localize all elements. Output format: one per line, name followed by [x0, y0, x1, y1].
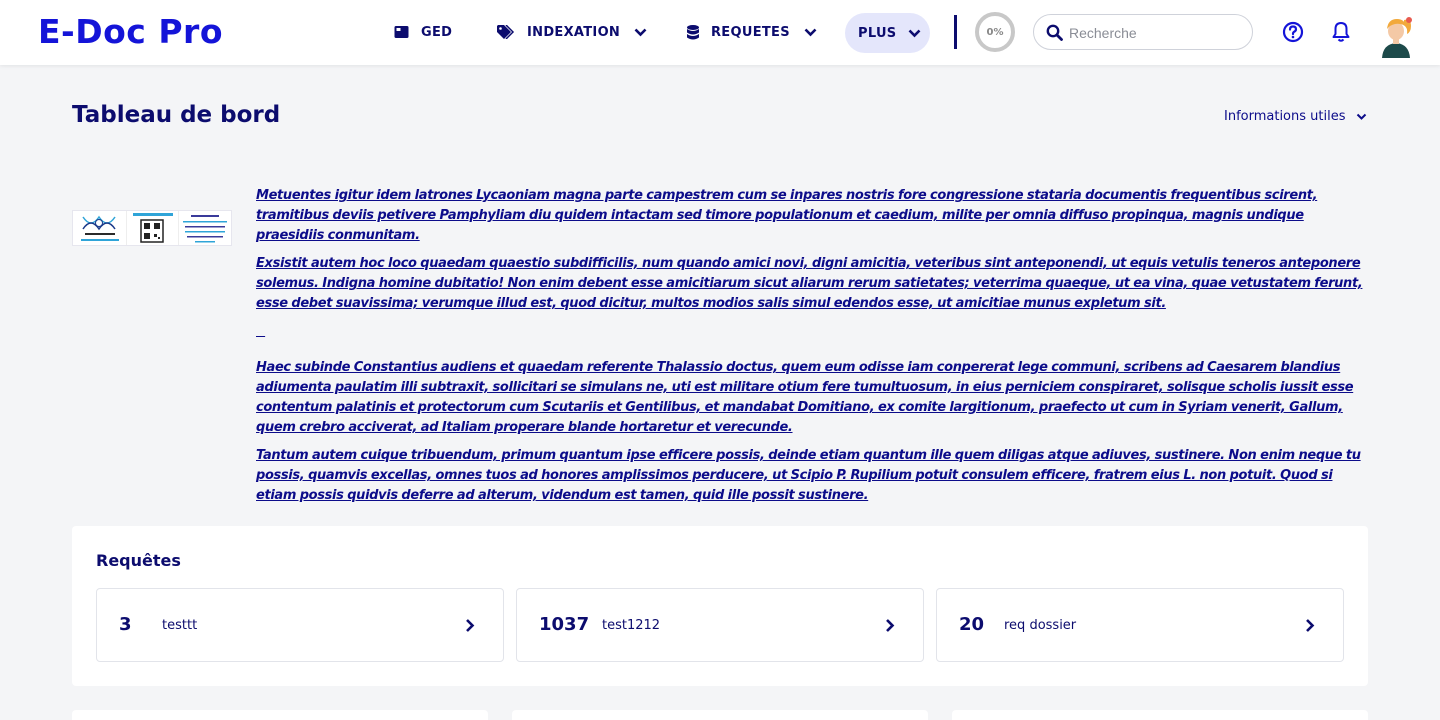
nav-indexation[interactable]: INDEXATION — [497, 20, 647, 44]
useful-info-content: Metuentes igitur idem latrones Lycaoniam… — [256, 186, 1370, 514]
top-navigation-bar: E-Doc Pro GED INDEXATION REQUETES PLUS 0… — [0, 0, 1440, 65]
search-input[interactable] — [1069, 21, 1244, 45]
requete-label: test1212 — [602, 618, 661, 633]
app-logo[interactable]: E-Doc Pro — [38, 12, 223, 51]
nav-indexation-label: INDEXATION — [527, 24, 621, 40]
requete-label: testtt — [162, 618, 198, 633]
nav-ged[interactable]: GED — [394, 20, 452, 44]
nav-plus-label: PLUS — [858, 25, 897, 41]
requete-card-test1212[interactable]: 1037 test1212 — [516, 588, 924, 662]
progress-indicator: 0% — [975, 12, 1015, 52]
useful-info-toggle[interactable]: Informations utiles — [1224, 109, 1367, 124]
header-divider — [954, 15, 957, 49]
chevron-down-icon — [908, 29, 921, 38]
info-paragraph[interactable]: Tantum autem cuique tribuendum, primum q… — [256, 446, 1370, 506]
nav-requetes-label: REQUETES — [711, 24, 790, 40]
database-icon — [687, 24, 699, 40]
chevron-down-icon — [804, 28, 817, 37]
bell-icon[interactable] — [1331, 21, 1351, 48]
chevron-right-icon — [885, 618, 895, 638]
avatar[interactable] — [1378, 14, 1414, 58]
banner-logo — [73, 211, 127, 245]
chevron-right-icon — [1305, 618, 1315, 638]
progress-value: 0% — [986, 26, 1004, 38]
info-paragraph[interactable]: Metuentes igitur idem latrones Lycaoniam… — [256, 186, 1370, 246]
search-box — [1033, 14, 1253, 50]
banner-qr — [127, 211, 179, 245]
requete-card-req-dossier[interactable]: 20 req dossier — [936, 588, 1344, 662]
info-banner-image — [72, 210, 232, 246]
requete-label: req dossier — [1004, 618, 1077, 633]
requete-count: 3 — [119, 614, 132, 635]
useful-info-label: Informations utiles — [1224, 109, 1346, 124]
requete-count: 20 — [959, 614, 985, 635]
info-paragraph[interactable]: Exsistit autem hoc loco quaedam quaestio… — [256, 254, 1370, 314]
banner-text — [179, 211, 231, 245]
chevron-down-icon — [1356, 113, 1366, 120]
tag-icon — [497, 25, 515, 39]
nav-plus[interactable]: PLUS — [845, 13, 930, 53]
requetes-panel: Requêtes 3 testtt 1037 test1212 20 req d… — [72, 526, 1368, 686]
requete-count: 1037 — [539, 614, 590, 635]
dashboard-card — [72, 710, 488, 720]
info-separator: ​ — [256, 322, 1370, 350]
requete-card-testtt[interactable]: 3 testtt — [96, 588, 504, 662]
chevron-right-icon — [465, 618, 475, 638]
help-icon[interactable] — [1282, 21, 1304, 48]
nav-requetes[interactable]: REQUETES — [687, 20, 817, 44]
info-paragraph[interactable]: Haec subinde Constantius audiens et quae… — [256, 358, 1370, 438]
dashboard-card — [512, 710, 928, 720]
search-icon[interactable] — [1046, 24, 1063, 46]
nav-ged-label: GED — [421, 24, 453, 40]
page-title: Tableau de bord — [72, 102, 281, 128]
folder-icon — [394, 25, 409, 39]
dashboard-card — [952, 710, 1368, 720]
requetes-panel-title: Requêtes — [96, 551, 181, 570]
chevron-down-icon — [634, 28, 647, 37]
